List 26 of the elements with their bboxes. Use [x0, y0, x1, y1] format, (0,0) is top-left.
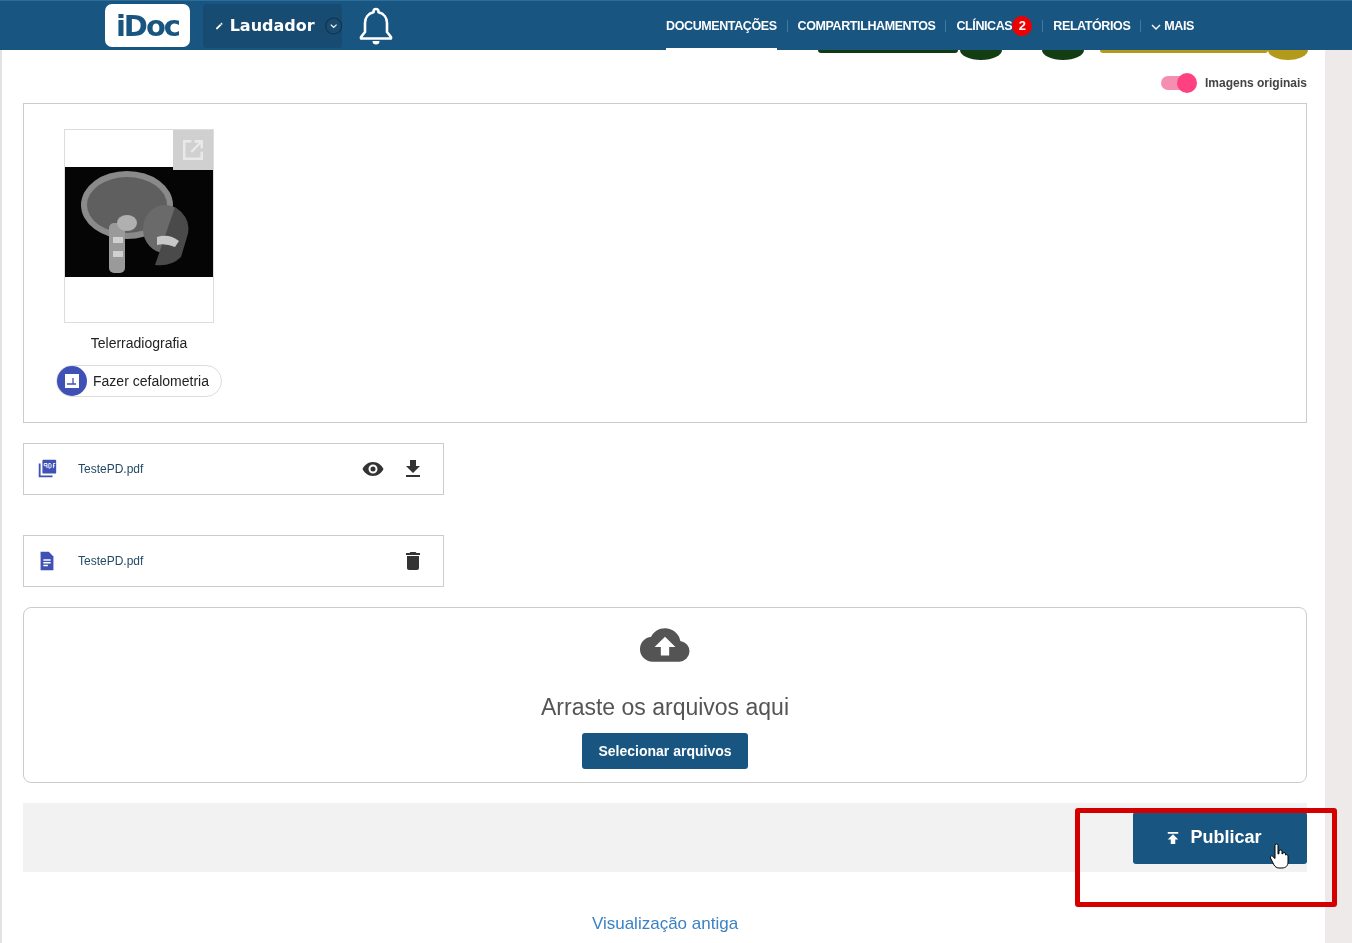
- toggle-switch[interactable]: [1160, 76, 1195, 90]
- select-files-button[interactable]: Selecionar arquivos: [582, 733, 748, 769]
- button-edge: [1042, 50, 1084, 60]
- publish-button[interactable]: Publicar: [1133, 811, 1307, 864]
- toggle-label: Imagens originais: [1204, 76, 1307, 90]
- nav-tab[interactable]: MAIS: [1151, 0, 1194, 51]
- pdf-file-icon: [36, 458, 58, 480]
- nav-tab[interactable]: COMPARTILHAMENTOS: [797, 0, 936, 51]
- cloud-upload-icon: [640, 628, 690, 664]
- hand-cursor-icon: [1269, 843, 1289, 869]
- logo[interactable]: iDoc: [105, 4, 190, 47]
- profile-button[interactable]: Laudador: [203, 3, 342, 48]
- chevron-down-icon: [1151, 22, 1162, 31]
- nav-tab[interactable]: CLÍNICAS 2: [956, 0, 1033, 51]
- notification-bell-icon[interactable]: [358, 5, 394, 46]
- count-badge: 2: [1012, 15, 1033, 36]
- file-name: TestePD.pdf: [78, 462, 144, 476]
- drop-hint: Arraste os arquivos aqui: [541, 694, 789, 721]
- file-name: TestePD.pdf: [78, 554, 144, 568]
- nav-tab[interactable]: DOCUMENTAÇÕES: [666, 0, 777, 51]
- old-view-link[interactable]: Visualização antiga: [591, 914, 739, 934]
- cephalometry-button[interactable]: Fazer cefalometria: [56, 365, 222, 397]
- image-caption: Telerradiografia: [90, 335, 188, 351]
- drop-zone[interactable]: Arraste os arquivos aqui Selecionar arquivos: [23, 607, 1307, 783]
- button-edge: [960, 50, 1002, 60]
- nav-tab[interactable]: RELATÓRIOS: [1053, 0, 1131, 51]
